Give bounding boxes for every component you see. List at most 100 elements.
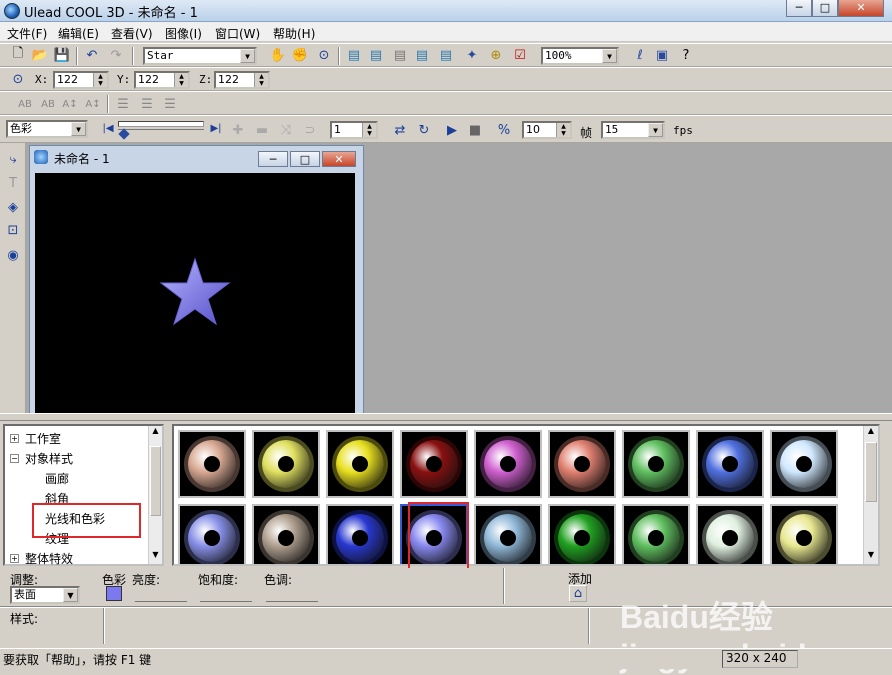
undo-icon[interactable]: ↶ — [82, 45, 102, 65]
first-frame-icon[interactable]: |◀ — [98, 118, 118, 138]
edit-text-icon[interactable]: T — [3, 173, 23, 193]
attribute-select[interactable]: 色彩 ▼ — [6, 120, 88, 138]
hue-slider[interactable] — [266, 588, 318, 602]
layer-tool-2-icon[interactable]: ▤ — [366, 45, 386, 65]
tree-item-object-style[interactable]: 对象样式 — [25, 450, 73, 467]
gallery-thumbnail[interactable] — [178, 504, 246, 564]
check-box-icon[interactable]: ☑ — [510, 45, 530, 65]
object-3d-icon[interactable]: ◉ — [3, 245, 23, 265]
current-frame-input[interactable]: 1 ▲ ▼ — [330, 121, 378, 139]
menu-edit[interactable]: 编辑(E) — [58, 25, 99, 42]
add-to-gallery-icon[interactable]: ⌂ — [569, 585, 587, 602]
render-canvas[interactable] — [35, 173, 355, 413]
z-input[interactable]: 122 ▲ ▼ — [214, 71, 270, 89]
adjust-select[interactable]: 表面 ▼ — [10, 586, 80, 604]
tree-item-global-effects[interactable]: 整体特效 — [25, 550, 73, 567]
gallery-thumbnail[interactable] — [400, 430, 468, 498]
menu-file[interactable]: 文件(F) — [7, 25, 47, 42]
gallery-thumbnail[interactable] — [622, 504, 690, 564]
brightness-slider[interactable] — [135, 588, 187, 602]
loop-icon[interactable]: ⇄ — [390, 120, 410, 140]
add-keyframe-icon[interactable]: ✚ — [228, 120, 248, 140]
gallery-thumbnail[interactable] — [770, 504, 838, 564]
total-frames-input[interactable]: 10 ▲ ▼ — [522, 121, 572, 139]
menu-help[interactable]: 帮助(H) — [273, 25, 315, 42]
gallery-thumbnail[interactable] — [326, 430, 394, 498]
tree-item-gallery[interactable]: 画廊 — [45, 470, 69, 487]
open-folder-icon[interactable]: 📂 — [30, 45, 50, 65]
layer-tool-4-icon[interactable]: ▤ — [412, 45, 432, 65]
tree-scrollbar[interactable]: ▲ ▼ — [148, 426, 162, 564]
size-object-icon[interactable]: ⊙ — [314, 45, 334, 65]
globe-icon[interactable]: ⊕ — [486, 45, 506, 65]
play-icon[interactable]: ▶ — [442, 120, 462, 140]
lighting-icon[interactable]: ✦ — [462, 45, 482, 65]
gallery-thumbnail[interactable] — [548, 504, 616, 564]
star-object[interactable] — [35, 173, 355, 413]
gallery-thumbnail[interactable] — [252, 504, 320, 564]
menu-view[interactable]: 查看(V) — [111, 25, 153, 42]
doc-maximize-button[interactable]: □ — [290, 151, 320, 167]
gallery-scrollbar[interactable]: ▲ ▼ — [863, 426, 878, 564]
saturation-slider[interactable] — [200, 588, 252, 602]
expander[interactable]: − — [10, 454, 19, 463]
timeline-track[interactable] — [118, 121, 204, 127]
doc-close-button[interactable]: ✕ — [322, 151, 356, 167]
context-help-icon[interactable]: ? — [676, 45, 696, 65]
maximize-button[interactable]: □ — [812, 0, 838, 17]
reverse-keyframe-icon[interactable]: ⤨ — [276, 120, 296, 140]
char-spacing-icon[interactable]: AB — [15, 94, 35, 114]
menu-image[interactable]: 图像(I) — [165, 25, 202, 42]
y-input[interactable]: 122 ▲ ▼ — [134, 71, 190, 89]
rotate-hand-icon[interactable]: ✊ — [290, 45, 310, 65]
gallery-thumbnail[interactable] — [326, 504, 394, 564]
close-button[interactable]: ✕ — [838, 0, 884, 17]
gallery-thumbnail[interactable] — [622, 430, 690, 498]
gallery-thumbnail[interactable] — [178, 430, 246, 498]
insert-object-icon[interactable]: ◈ — [3, 197, 23, 217]
align-left-icon[interactable]: ☰ — [113, 94, 133, 114]
new-file-icon[interactable]: 🗋 — [8, 45, 28, 65]
smooth-motion-icon[interactable]: % — [494, 120, 514, 140]
x-input[interactable]: 122 ▲ ▼ — [53, 71, 109, 89]
size-icon[interactable]: ⊡ — [3, 220, 23, 240]
align-center-icon[interactable]: ☰ — [137, 94, 157, 114]
gallery-thumbnail[interactable] — [696, 504, 764, 564]
expander[interactable]: + — [10, 434, 19, 443]
save-icon[interactable]: 💾 — [52, 45, 72, 65]
menu-window[interactable]: 窗口(W) — [215, 25, 260, 42]
fps-select[interactable]: 15 ▼ — [601, 121, 665, 139]
hand-move-icon[interactable]: ✋ — [268, 45, 288, 65]
gallery-thumbnail[interactable] — [474, 504, 542, 564]
minimize-button[interactable]: ─ — [786, 0, 812, 17]
loop-keyframe-icon[interactable]: ⊃ — [300, 120, 320, 140]
object-select[interactable]: Star ▼ — [143, 47, 257, 65]
gallery-export-icon[interactable]: ▣ — [652, 45, 672, 65]
zoom-select[interactable]: 100% ▼ — [541, 47, 619, 65]
position-icon[interactable]: ⊙ — [8, 69, 28, 89]
gallery-thumbnail[interactable] — [474, 430, 542, 498]
line-spacing-wide-icon[interactable]: A↕ — [83, 94, 103, 114]
gallery-thumbnail[interactable] — [770, 430, 838, 498]
line-spacing-icon[interactable]: A↕ — [60, 94, 80, 114]
doc-minimize-button[interactable]: ─ — [258, 151, 288, 167]
gallery-thumbnail[interactable] — [696, 430, 764, 498]
stop-icon[interactable]: ■ — [465, 120, 485, 140]
layer-tool-1-icon[interactable]: ▤ — [344, 45, 364, 65]
tree-item-studio[interactable]: 工作室 — [25, 430, 61, 447]
ping-pong-icon[interactable]: ↻ — [414, 120, 434, 140]
gallery-thumbnail[interactable] — [252, 430, 320, 498]
expander[interactable]: + — [10, 554, 19, 563]
redo-icon[interactable]: ↷ — [106, 45, 126, 65]
insert-graphic-icon[interactable]: ⤷ — [3, 149, 23, 169]
align-right-icon[interactable]: ☰ — [160, 94, 180, 114]
remove-keyframe-icon[interactable]: ▬ — [252, 120, 272, 140]
gallery-thumbnail[interactable] — [548, 430, 616, 498]
color-swatch[interactable] — [106, 586, 122, 601]
web-icon[interactable]: ℓ — [630, 45, 650, 65]
char-spacing-wide-icon[interactable]: AB — [38, 94, 58, 114]
panel-splitter[interactable] — [0, 413, 892, 421]
layer-tool-3-icon[interactable]: ▤ — [390, 45, 410, 65]
last-frame-icon[interactable]: ▶| — [206, 118, 226, 138]
layer-tool-5-icon[interactable]: ▤ — [436, 45, 456, 65]
